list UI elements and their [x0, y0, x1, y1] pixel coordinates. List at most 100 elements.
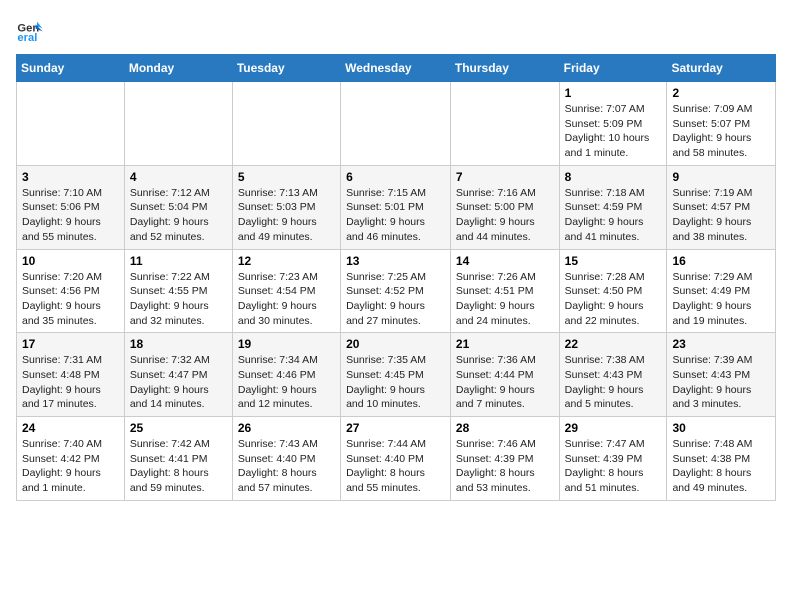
day-info: Sunrise: 7:39 AM Sunset: 4:43 PM Dayligh… — [672, 353, 770, 412]
calendar-cell: 5 Sunrise: 7:13 AM Sunset: 5:03 PM Daylig… — [232, 165, 340, 249]
day-info: Sunrise: 7:12 AM Sunset: 5:04 PM Dayligh… — [130, 186, 227, 245]
day-info: Sunrise: 7:48 AM Sunset: 4:38 PM Dayligh… — [672, 437, 770, 496]
day-number: 5 — [238, 170, 335, 184]
calendar-table: SundayMondayTuesdayWednesdayThursdayFrid… — [16, 54, 776, 501]
day-number: 17 — [22, 337, 119, 351]
day-info: Sunrise: 7:22 AM Sunset: 4:55 PM Dayligh… — [130, 270, 227, 329]
calendar-cell: 20 Sunrise: 7:35 AM Sunset: 4:45 PM Dayli… — [341, 333, 451, 417]
weekday-header: Sunday — [17, 55, 125, 82]
day-number: 29 — [565, 421, 662, 435]
day-number: 18 — [130, 337, 227, 351]
day-number: 20 — [346, 337, 445, 351]
day-info: Sunrise: 7:25 AM Sunset: 4:52 PM Dayligh… — [346, 270, 445, 329]
calendar-cell: 27 Sunrise: 7:44 AM Sunset: 4:40 PM Dayli… — [341, 417, 451, 501]
day-number: 8 — [565, 170, 662, 184]
day-info: Sunrise: 7:32 AM Sunset: 4:47 PM Dayligh… — [130, 353, 227, 412]
calendar-cell: 29Sunrise: 7:47 AM Sunset: 4:39 PM Dayli… — [559, 417, 667, 501]
day-info: Sunrise: 7:26 AM Sunset: 4:51 PM Dayligh… — [456, 270, 554, 329]
calendar-cell: 10Sunrise: 7:20 AM Sunset: 4:56 PM Dayli… — [17, 249, 125, 333]
day-info: Sunrise: 7:43 AM Sunset: 4:40 PM Dayligh… — [238, 437, 335, 496]
day-info: Sunrise: 7:42 AM Sunset: 4:41 PM Dayligh… — [130, 437, 227, 496]
calendar-cell: 11 Sunrise: 7:22 AM Sunset: 4:55 PM Dayli… — [124, 249, 232, 333]
calendar-cell: 30Sunrise: 7:48 AM Sunset: 4:38 PM Dayli… — [667, 417, 776, 501]
calendar-cell: 14 Sunrise: 7:26 AM Sunset: 4:51 PM Dayli… — [450, 249, 559, 333]
day-number: 7 — [456, 170, 554, 184]
calendar-cell: 22Sunrise: 7:38 AM Sunset: 4:43 PM Dayli… — [559, 333, 667, 417]
svg-text:eral: eral — [17, 32, 37, 44]
day-info: Sunrise: 7:40 AM Sunset: 4:42 PM Dayligh… — [22, 437, 119, 496]
day-number: 1 — [565, 86, 662, 100]
calendar-cell — [232, 82, 340, 166]
calendar-cell: 8 Sunrise: 7:18 AM Sunset: 4:59 PM Daylig… — [559, 165, 667, 249]
day-number: 16 — [672, 254, 770, 268]
calendar-cell: 17Sunrise: 7:31 AM Sunset: 4:48 PM Dayli… — [17, 333, 125, 417]
weekday-header: Monday — [124, 55, 232, 82]
day-number: 21 — [456, 337, 554, 351]
day-info: Sunrise: 7:18 AM Sunset: 4:59 PM Dayligh… — [565, 186, 662, 245]
calendar-week-row: 3 Sunrise: 7:10 AM Sunset: 5:06 PM Daylig… — [17, 165, 776, 249]
weekday-header: Wednesday — [341, 55, 451, 82]
day-number: 14 — [456, 254, 554, 268]
day-info: Sunrise: 7:35 AM Sunset: 4:45 PM Dayligh… — [346, 353, 445, 412]
calendar-week-row: 24 Sunrise: 7:40 AM Sunset: 4:42 PM Dayli… — [17, 417, 776, 501]
calendar-cell: 3 Sunrise: 7:10 AM Sunset: 5:06 PM Daylig… — [17, 165, 125, 249]
day-info: Sunrise: 7:10 AM Sunset: 5:06 PM Dayligh… — [22, 186, 119, 245]
day-info: Sunrise: 7:44 AM Sunset: 4:40 PM Dayligh… — [346, 437, 445, 496]
logo: Gen eral — [16, 16, 48, 44]
day-number: 9 — [672, 170, 770, 184]
day-number: 3 — [22, 170, 119, 184]
day-number: 25 — [130, 421, 227, 435]
day-info: Sunrise: 7:16 AM Sunset: 5:00 PM Dayligh… — [456, 186, 554, 245]
weekday-header: Friday — [559, 55, 667, 82]
day-info: Sunrise: 7:23 AM Sunset: 4:54 PM Dayligh… — [238, 270, 335, 329]
calendar-cell — [124, 82, 232, 166]
calendar-header-row: SundayMondayTuesdayWednesdayThursdayFrid… — [17, 55, 776, 82]
weekday-header: Thursday — [450, 55, 559, 82]
calendar-cell: 25 Sunrise: 7:42 AM Sunset: 4:41 PM Dayli… — [124, 417, 232, 501]
day-info: Sunrise: 7:34 AM Sunset: 4:46 PM Dayligh… — [238, 353, 335, 412]
calendar-cell: 1 Sunrise: 7:07 AM Sunset: 5:09 PM Daylig… — [559, 82, 667, 166]
weekday-header: Saturday — [667, 55, 776, 82]
day-number: 12 — [238, 254, 335, 268]
calendar-week-row: 10Sunrise: 7:20 AM Sunset: 4:56 PM Dayli… — [17, 249, 776, 333]
header: Gen eral — [16, 16, 776, 44]
calendar-cell — [17, 82, 125, 166]
day-info: Sunrise: 7:13 AM Sunset: 5:03 PM Dayligh… — [238, 186, 335, 245]
calendar-cell: 2Sunrise: 7:09 AM Sunset: 5:07 PM Daylig… — [667, 82, 776, 166]
day-info: Sunrise: 7:20 AM Sunset: 4:56 PM Dayligh… — [22, 270, 119, 329]
calendar-cell: 18 Sunrise: 7:32 AM Sunset: 4:47 PM Dayli… — [124, 333, 232, 417]
calendar-cell: 12 Sunrise: 7:23 AM Sunset: 4:54 PM Dayli… — [232, 249, 340, 333]
calendar-cell — [341, 82, 451, 166]
day-number: 6 — [346, 170, 445, 184]
calendar-week-row: 1 Sunrise: 7:07 AM Sunset: 5:09 PM Daylig… — [17, 82, 776, 166]
day-number: 24 — [22, 421, 119, 435]
calendar-cell: 21 Sunrise: 7:36 AM Sunset: 4:44 PM Dayli… — [450, 333, 559, 417]
calendar-cell — [450, 82, 559, 166]
day-number: 15 — [565, 254, 662, 268]
calendar-cell: 23 Sunrise: 7:39 AM Sunset: 4:43 PM Dayli… — [667, 333, 776, 417]
day-number: 4 — [130, 170, 227, 184]
day-info: Sunrise: 7:46 AM Sunset: 4:39 PM Dayligh… — [456, 437, 554, 496]
day-info: Sunrise: 7:36 AM Sunset: 4:44 PM Dayligh… — [456, 353, 554, 412]
day-info: Sunrise: 7:38 AM Sunset: 4:43 PM Dayligh… — [565, 353, 662, 412]
weekday-header: Tuesday — [232, 55, 340, 82]
calendar-week-row: 17Sunrise: 7:31 AM Sunset: 4:48 PM Dayli… — [17, 333, 776, 417]
calendar-cell: 4 Sunrise: 7:12 AM Sunset: 5:04 PM Daylig… — [124, 165, 232, 249]
calendar-cell: 28 Sunrise: 7:46 AM Sunset: 4:39 PM Dayli… — [450, 417, 559, 501]
day-number: 28 — [456, 421, 554, 435]
calendar-cell: 19 Sunrise: 7:34 AM Sunset: 4:46 PM Dayli… — [232, 333, 340, 417]
day-info: Sunrise: 7:29 AM Sunset: 4:49 PM Dayligh… — [672, 270, 770, 329]
calendar-cell: 6Sunrise: 7:15 AM Sunset: 5:01 PM Daylig… — [341, 165, 451, 249]
day-number: 27 — [346, 421, 445, 435]
day-number: 19 — [238, 337, 335, 351]
calendar-cell: 26Sunrise: 7:43 AM Sunset: 4:40 PM Dayli… — [232, 417, 340, 501]
calendar-cell: 24 Sunrise: 7:40 AM Sunset: 4:42 PM Dayli… — [17, 417, 125, 501]
day-number: 11 — [130, 254, 227, 268]
day-number: 2 — [672, 86, 770, 100]
day-info: Sunrise: 7:28 AM Sunset: 4:50 PM Dayligh… — [565, 270, 662, 329]
day-info: Sunrise: 7:07 AM Sunset: 5:09 PM Dayligh… — [565, 102, 662, 161]
calendar-cell: 15 Sunrise: 7:28 AM Sunset: 4:50 PM Dayli… — [559, 249, 667, 333]
calendar-cell: 7 Sunrise: 7:16 AM Sunset: 5:00 PM Daylig… — [450, 165, 559, 249]
day-number: 23 — [672, 337, 770, 351]
calendar-cell: 16 Sunrise: 7:29 AM Sunset: 4:49 PM Dayli… — [667, 249, 776, 333]
